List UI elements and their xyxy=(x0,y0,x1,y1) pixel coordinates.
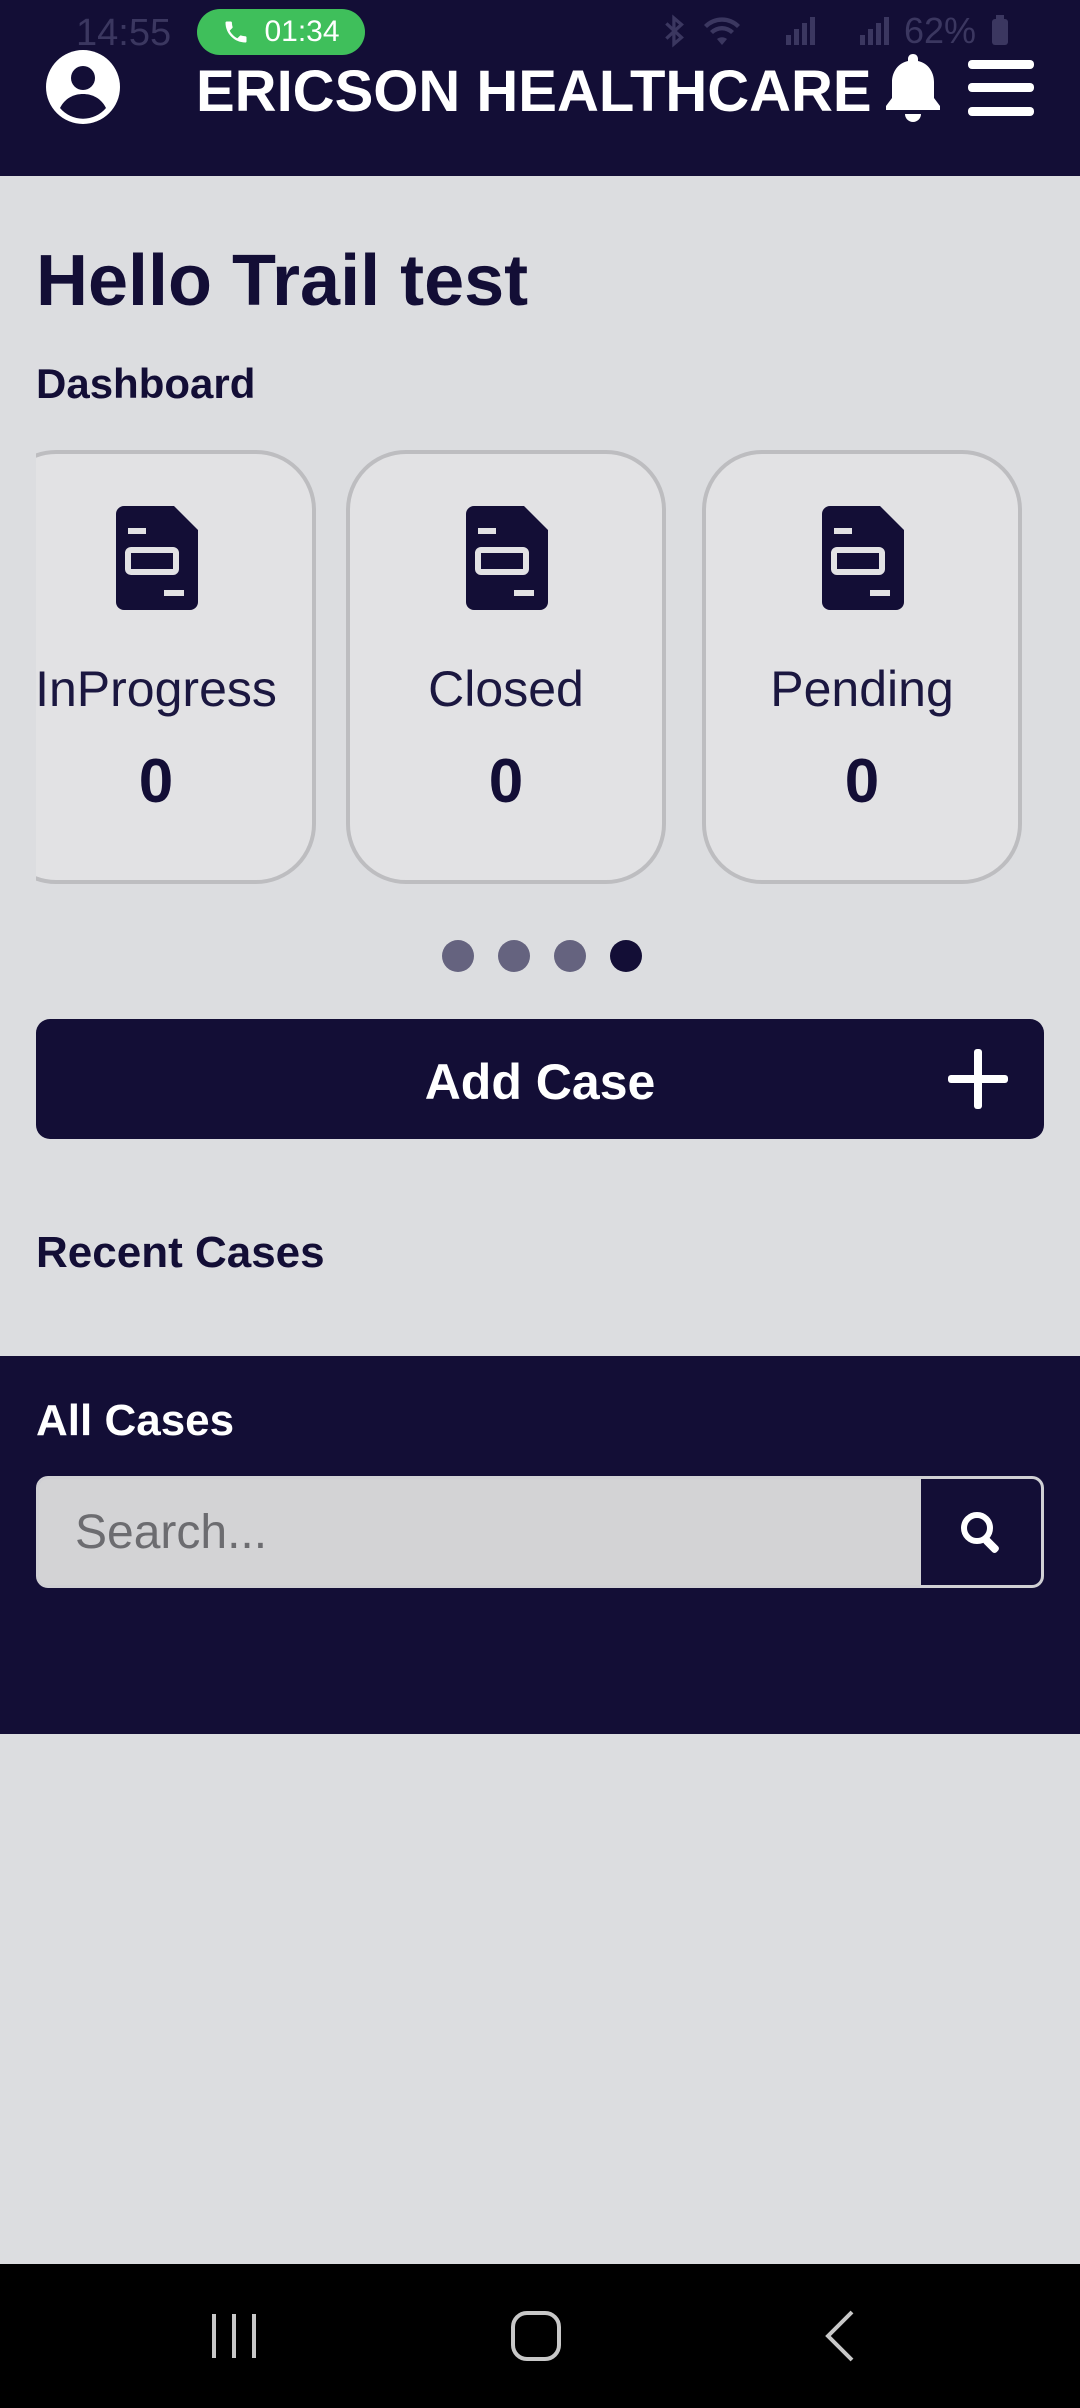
system-navigation-bar xyxy=(0,2264,1080,2408)
card-label: InProgress xyxy=(36,661,277,717)
plus-icon xyxy=(948,1049,1008,1109)
greeting-title: Hello Trail test xyxy=(36,241,529,321)
status-card-closed[interactable]: Closed 0 xyxy=(346,450,666,884)
add-case-button[interactable]: Add Case xyxy=(36,1019,1044,1139)
status-icons: 62% xyxy=(662,10,1010,52)
card-label: Pending xyxy=(770,661,954,717)
card-count: 0 xyxy=(138,747,174,816)
battery-percent: 62% xyxy=(903,10,976,51)
bell-icon[interactable] xyxy=(878,50,948,126)
signal-icon-2 xyxy=(859,17,889,45)
phone-icon xyxy=(225,21,247,43)
pager-dot[interactable] xyxy=(498,940,530,972)
pager-dot[interactable] xyxy=(554,940,586,972)
search-button[interactable] xyxy=(921,1479,1041,1585)
card-label: Closed xyxy=(428,661,584,717)
account-circle-icon[interactable] xyxy=(46,50,120,124)
wifi-icon xyxy=(703,17,740,45)
document-icon xyxy=(466,506,548,610)
pager-dot[interactable] xyxy=(442,940,474,972)
home-icon[interactable] xyxy=(510,2310,562,2362)
status-card-pending[interactable]: Pending 0 xyxy=(702,450,1022,884)
back-icon[interactable] xyxy=(822,2308,858,2364)
card-count: 0 xyxy=(844,747,880,816)
app-title: ERICSON HEALTHCARE xyxy=(196,59,872,124)
ongoing-call-pill[interactable]: 01:34 xyxy=(197,9,365,55)
document-icon xyxy=(116,506,198,610)
carousel-pager xyxy=(442,940,642,972)
pager-dot-active[interactable] xyxy=(610,940,642,972)
app-header: 14:55 01:34 62% ERICSON HEALTHCARE xyxy=(0,0,1080,176)
dashboard-carousel[interactable]: InProgress 0 Closed 0 Pending 0 xyxy=(36,448,1046,888)
status-time: 14:55 xyxy=(76,12,172,54)
search-icon xyxy=(961,1512,999,1553)
add-case-label: Add Case xyxy=(424,1054,656,1110)
recent-cases-title: Recent Cases xyxy=(36,1228,325,1277)
dashboard-title: Dashboard xyxy=(36,360,256,407)
call-duration: 01:34 xyxy=(264,15,340,48)
card-count: 0 xyxy=(488,747,524,816)
all-cases-title: All Cases xyxy=(36,1396,235,1445)
battery-icon xyxy=(992,15,1008,45)
search-input[interactable] xyxy=(39,1479,923,1585)
status-card-inprogress[interactable]: InProgress 0 xyxy=(36,450,316,884)
all-cases-panel: All Cases xyxy=(0,1356,1080,1734)
document-icon xyxy=(822,506,904,610)
recent-apps-icon[interactable] xyxy=(206,2312,262,2360)
bluetooth-icon xyxy=(665,14,684,48)
signal-icon xyxy=(785,17,815,45)
hamburger-menu-icon[interactable] xyxy=(968,60,1034,116)
search-bar xyxy=(36,1476,1044,1588)
